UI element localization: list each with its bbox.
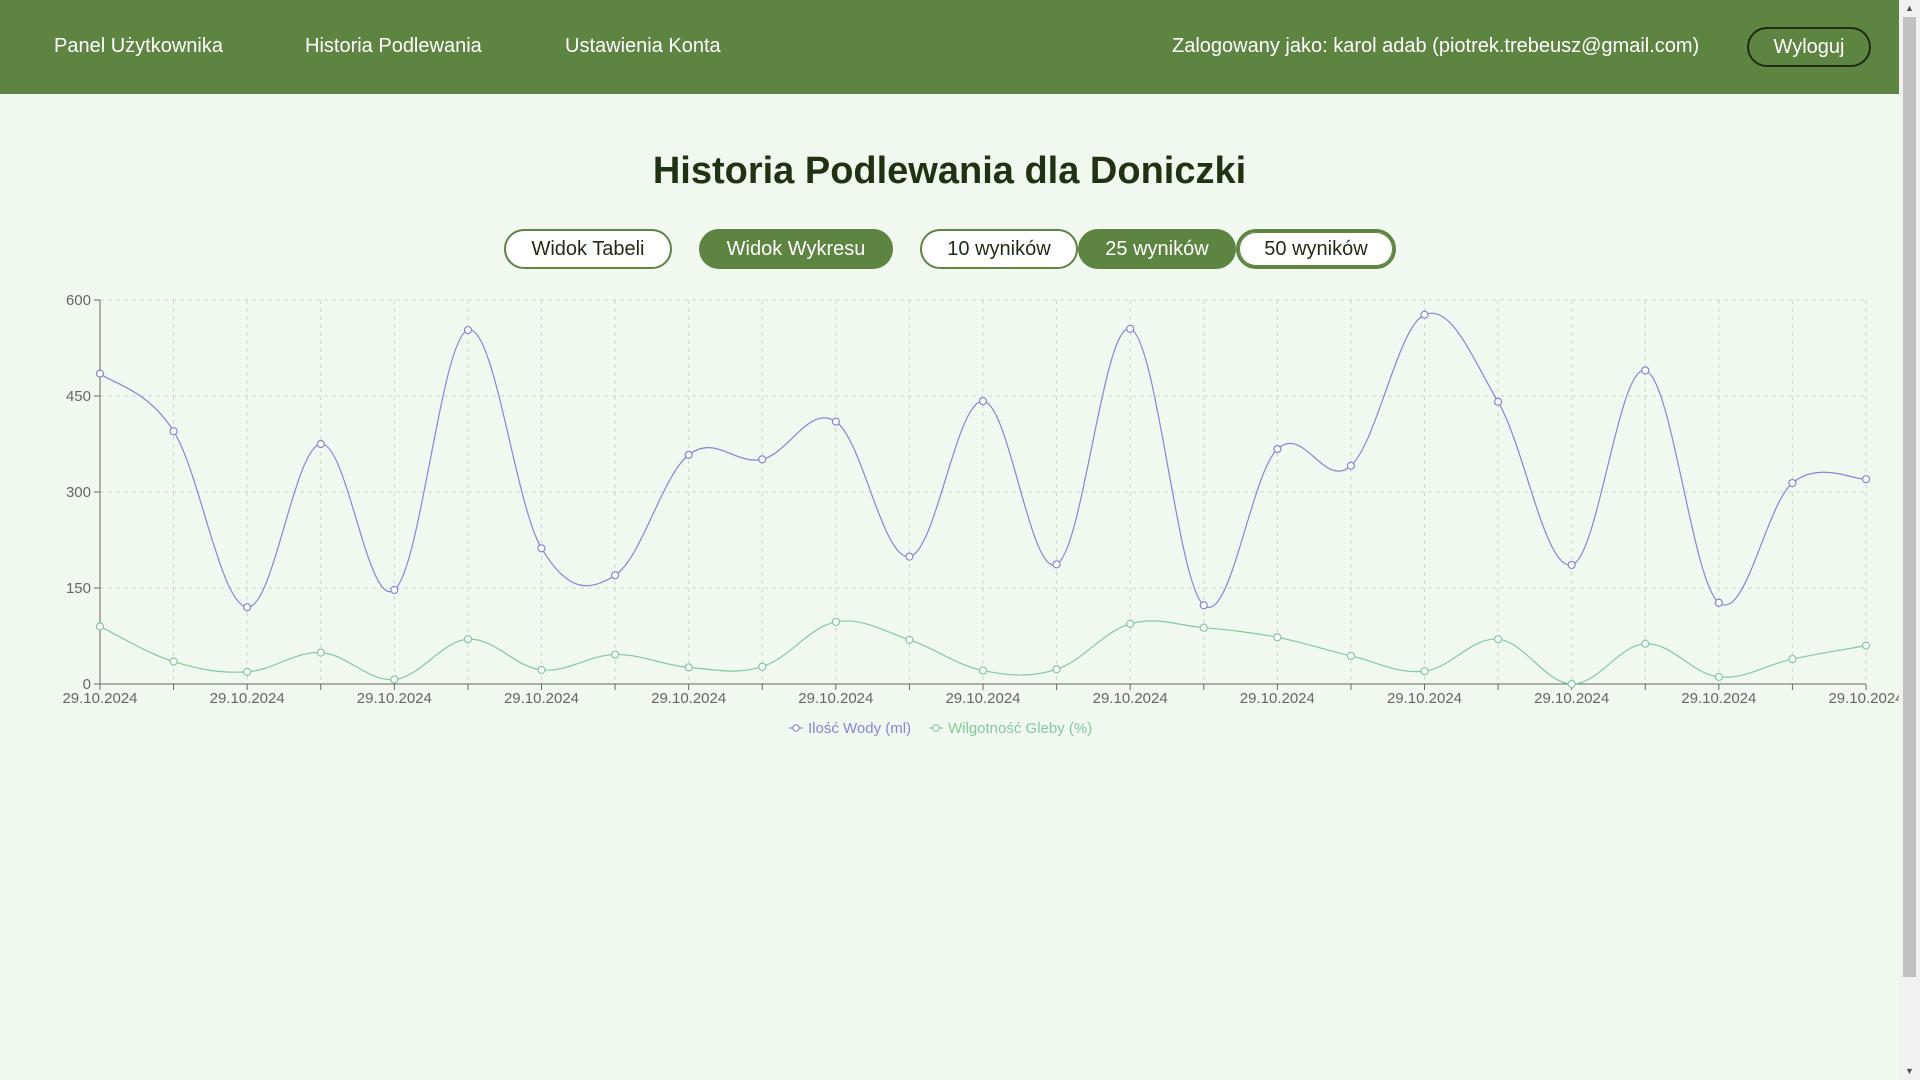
x-tick-label: 29.10.2024 xyxy=(1534,690,1609,707)
page-scrollbar[interactable]: ▲ ▼ xyxy=(1899,0,1920,1080)
scroll-up-arrow-icon[interactable]: ▲ xyxy=(1899,0,1920,17)
chart-legend: Ilość Wody (ml) Wilgotność Gleby (%) xyxy=(789,720,1092,737)
data-point xyxy=(390,675,399,684)
data-point xyxy=(1714,598,1723,607)
data-point xyxy=(1052,665,1061,674)
data-point xyxy=(1493,397,1503,406)
data-point xyxy=(610,571,620,580)
data-point xyxy=(1420,667,1429,676)
data-point xyxy=(1273,445,1282,454)
data-point xyxy=(463,325,473,335)
data-point xyxy=(684,663,693,672)
chart-axes: 015030045060029.10.2024 29.10.2024 29.10.2… xyxy=(62,292,1899,707)
data-point xyxy=(537,544,546,553)
nav-link-user-panel[interactable]: Panel Użytkownika xyxy=(54,35,223,58)
chart-view-button[interactable]: Widok Wykresu xyxy=(699,229,893,269)
data-point xyxy=(758,662,767,671)
top-navbar: Panel Użytkownika Historia Podlewania Us… xyxy=(0,0,1899,94)
legend-marker-dot xyxy=(792,724,800,732)
limit-10-button[interactable]: 10 wyników xyxy=(920,229,1078,269)
x-tick-label: 29.10.2024 xyxy=(798,690,873,707)
data-point xyxy=(1126,324,1135,333)
data-point xyxy=(1199,623,1208,632)
data-point xyxy=(1420,310,1429,319)
data-point xyxy=(537,665,546,675)
legend-label-0: Ilość Wody (ml) xyxy=(808,720,911,737)
data-point xyxy=(390,585,399,595)
data-point xyxy=(758,455,767,464)
data-point xyxy=(978,666,988,675)
data-point xyxy=(169,657,178,666)
table-view-button[interactable]: Widok Tabeli xyxy=(504,229,672,269)
limit-25-button[interactable]: 25 wyników xyxy=(1078,229,1236,269)
limit-50-button[interactable]: 50 wyników xyxy=(1236,229,1396,269)
data-point xyxy=(905,635,914,644)
data-point xyxy=(316,648,325,657)
data-point xyxy=(243,603,252,612)
data-point xyxy=(1861,641,1871,650)
data-point xyxy=(1788,478,1797,488)
x-tick-label: 29.10.2024 xyxy=(945,690,1020,707)
nav-link-account-settings[interactable]: Ustawienia Konta xyxy=(565,35,721,58)
x-tick-label: 29.10.2024 xyxy=(357,690,432,707)
data-point xyxy=(1493,635,1503,644)
y-tick-label: 150 xyxy=(66,580,91,597)
y-tick-label: 450 xyxy=(66,388,91,405)
data-point xyxy=(1788,654,1797,664)
data-point xyxy=(1641,639,1650,648)
scroll-down-arrow-icon[interactable]: ▼ xyxy=(1899,1063,1920,1080)
data-point xyxy=(1567,560,1576,570)
data-point xyxy=(1346,461,1356,470)
data-point xyxy=(463,635,473,644)
data-point xyxy=(1126,619,1135,628)
data-point xyxy=(684,450,693,459)
data-point xyxy=(95,369,105,378)
data-point xyxy=(95,622,105,631)
x-tick-label: 29.10.2024 xyxy=(1093,690,1168,707)
x-tick-label: 29.10.2024 xyxy=(62,690,137,707)
data-point xyxy=(1861,475,1871,484)
data-point xyxy=(243,667,252,676)
data-point xyxy=(1641,366,1650,375)
data-point xyxy=(1052,560,1061,569)
watering-history-chart: 015030045060029.10.2024 29.10.2024 29.10.2… xyxy=(62,292,1899,737)
page-title: Historia Podlewania dla Doniczki xyxy=(652,150,1247,192)
x-tick-label: 29.10.2024 xyxy=(1387,690,1462,707)
legend-marker-dot xyxy=(932,724,940,732)
x-tick-label: 29.10.2024 xyxy=(1828,690,1899,707)
data-point xyxy=(1199,601,1208,610)
y-tick-label: 600 xyxy=(66,292,91,309)
data-point xyxy=(316,439,325,449)
logout-button[interactable]: Wyloguj xyxy=(1747,27,1871,67)
x-tick-label: 29.10.2024 xyxy=(1240,690,1315,707)
data-point xyxy=(1714,672,1723,682)
data-point xyxy=(1346,651,1356,660)
y-tick-label: 300 xyxy=(66,484,91,501)
data-point xyxy=(1273,633,1282,642)
x-tick-label: 29.10.2024 xyxy=(651,690,726,707)
data-point xyxy=(1567,679,1576,689)
data-point xyxy=(169,427,178,436)
x-tick-label: 29.10.2024 xyxy=(504,690,579,707)
logged-in-user-text: Zalogowany jako: karol adab (piotrek.tre… xyxy=(1172,35,1700,57)
legend-label-1: Wilgotność Gleby (%) xyxy=(948,720,1092,737)
nav-link-watering-history[interactable]: Historia Podlewania xyxy=(305,35,482,58)
data-point xyxy=(610,650,620,659)
x-tick-label: 29.10.2024 xyxy=(210,690,285,707)
data-point xyxy=(831,417,840,426)
x-tick-label: 29.10.2024 xyxy=(1681,690,1756,707)
data-point xyxy=(831,617,840,627)
data-point xyxy=(978,397,988,406)
data-point xyxy=(905,552,914,561)
scrollbar-thumb[interactable] xyxy=(1903,17,1916,977)
